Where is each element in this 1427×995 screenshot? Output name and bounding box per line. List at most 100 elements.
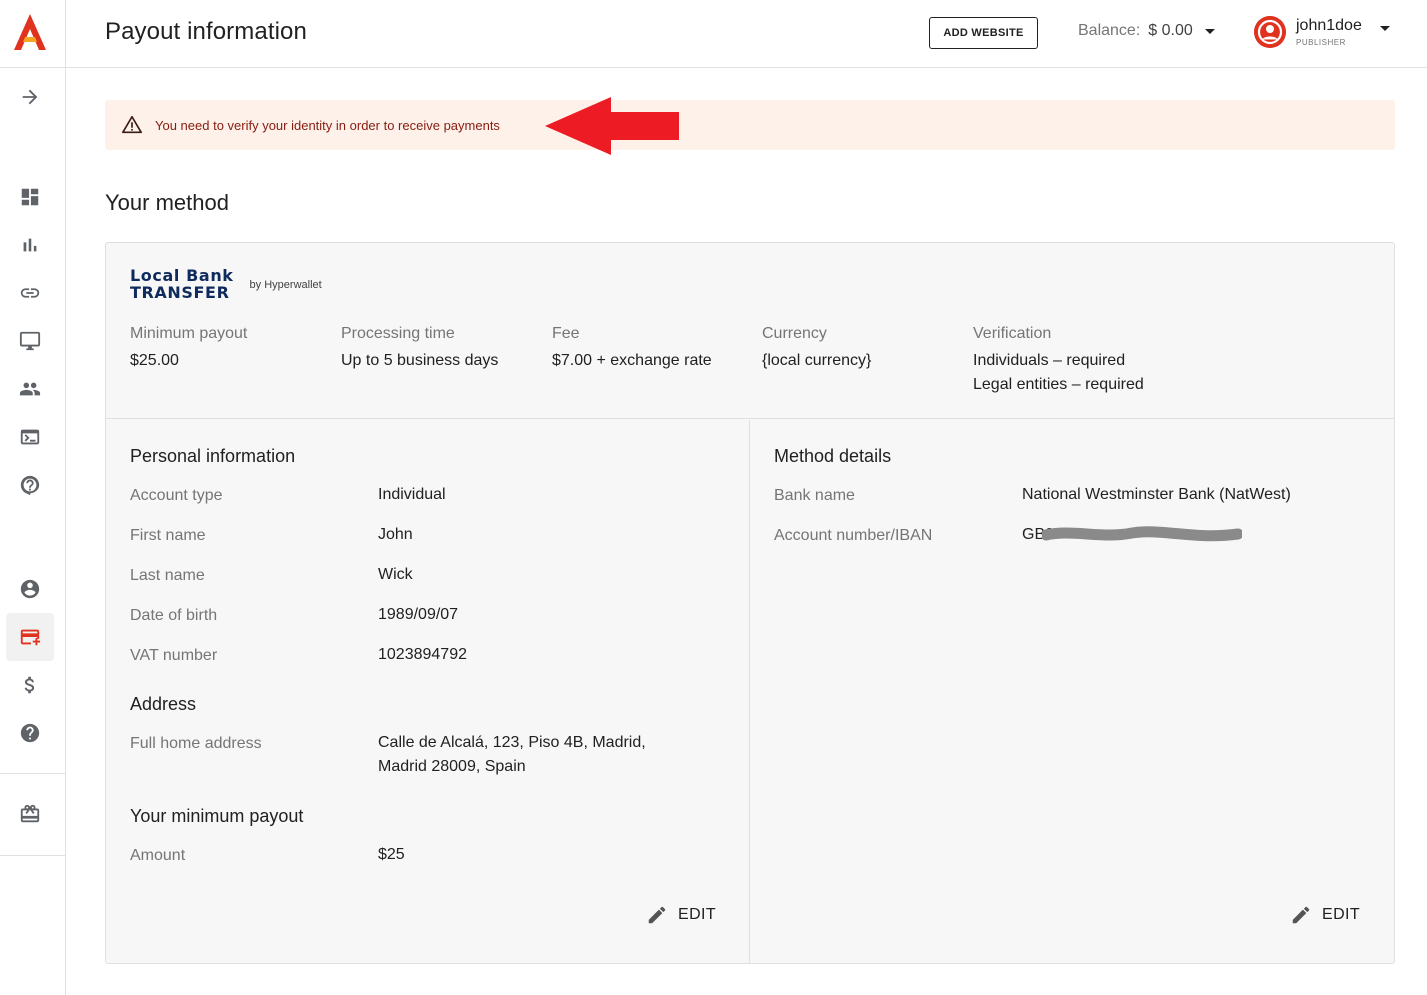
alert-message: You need to verify your identity in orde… [155,117,500,133]
stat-label: Processing time [341,325,455,342]
stat-value: $25.00 [130,352,179,369]
caret-down-icon [1379,25,1390,31]
sidebar-divider [0,855,66,856]
top-header: Payout information ADD WEBSITE Balance: … [66,0,1427,68]
sidebar-item-websites[interactable] [6,317,54,365]
edit-personal-info-button[interactable]: EDIT [646,904,716,926]
brand-logo: Local Bank TRANSFER [130,267,234,301]
amount-label: Amount [130,847,186,864]
personal-information-panel: Personal information Account type Indivi… [106,420,750,963]
brand-by: by Hyperwallet [249,279,322,291]
stat-verification: Verification Individuals – required Lega… [973,325,1144,397]
payment-card-icon [20,629,41,646]
last-name-label: Last name [130,567,205,584]
link-icon [20,288,40,298]
date-of-birth-value: 1989/09/07 [378,606,459,623]
stat-label: Currency [762,325,827,342]
vat-number-label: VAT number [130,647,218,664]
redaction-scribble [1042,526,1242,542]
verification-alert: You need to verify your identity in orde… [105,97,1395,155]
dollar-icon [24,676,35,694]
stat-value: Up to 5 business days [341,352,499,369]
iban-label: Account number/IBAN [774,527,933,544]
help-icon [20,723,40,743]
sidebar-item-reports[interactable] [6,221,54,269]
first-name-label: First name [130,527,206,544]
home-address-label: Full home address [130,735,262,752]
edit-label: EDIT [1322,906,1361,923]
minimum-payout-heading: Your minimum payout [130,806,304,826]
user-role: PUBLISHER [1296,38,1346,47]
add-website-button[interactable]: ADD WEBSITE [929,17,1038,49]
sidebar-item-account[interactable] [6,565,54,613]
sidebar-expand-button[interactable] [6,73,54,121]
stat-value: Individuals – required [973,352,1126,369]
edit-label: EDIT [678,906,717,923]
balance-dropdown[interactable]: Balance: $ 0.00 [1078,22,1215,40]
sidebar-item-help[interactable] [6,709,54,757]
edit-method-details-button[interactable]: EDIT [1290,904,1360,926]
stat-minimum-payout: Minimum payout $25.00 [130,325,247,373]
help-bubble-icon [20,475,40,496]
sidebar [0,0,66,995]
date-of-birth-label: Date of birth [130,607,218,624]
monitor-icon [19,331,41,351]
stat-value: Legal entities – required [973,376,1144,393]
gift-icon [20,804,40,823]
pencil-icon [648,906,666,924]
arrow-right-icon [22,89,38,105]
user-avatar-icon [1254,16,1286,48]
sidebar-item-faq[interactable] [6,461,54,509]
home-address-line-1: Calle de Alcalá, 123, Piso 4B, Madrid, [378,734,646,751]
home-address-line-2: Madrid 28009, Spain [378,758,526,775]
caret-down-icon [1204,28,1215,34]
stat-label: Minimum payout [130,325,248,342]
stat-label: Fee [552,325,580,342]
pencil-icon [1292,906,1310,924]
dashboard-icon [21,188,39,206]
balance-label: Balance: [1078,22,1141,39]
bank-name-label: Bank name [774,487,855,504]
method-details-panel: Method details Bank name National Westmi… [750,420,1394,963]
sidebar-divider [0,67,66,68]
sidebar-item-links[interactable] [6,269,54,317]
last-name-value: Wick [378,566,413,583]
address-heading: Address [130,694,197,714]
user-menu[interactable]: john1doe PUBLISHER [1254,16,1390,48]
stat-currency: Currency {local currency} [762,325,871,373]
account-type-label: Account type [130,487,223,504]
stat-fee: Fee $7.00 + exchange rate [552,325,712,373]
sidebar-item-dashboard[interactable] [6,173,54,221]
avatar [1254,16,1286,48]
method-brand: Local Bank TRANSFER by Hyperwallet [130,267,322,301]
first-name-value: John [378,526,413,543]
your-method-heading: Your method [105,190,229,215]
stat-value: $7.00 + exchange rate [552,352,712,369]
app-logo[interactable] [10,12,50,52]
account-circle-icon [20,579,40,599]
account-type-value: Individual [378,486,446,503]
bar-chart-icon [23,238,37,252]
sidebar-divider [0,773,66,774]
stat-label: Verification [973,325,1052,342]
brand-line-2: TRANSFER [130,283,230,302]
sidebar-item-referrals[interactable] [6,365,54,413]
username: john1doe [1296,17,1362,34]
personal-info-heading: Personal information [130,446,296,466]
red-arrow-annotation-icon [545,97,679,155]
sidebar-item-api[interactable] [6,413,54,461]
sidebar-item-payout[interactable] [6,613,54,661]
sidebar-item-rewards[interactable] [6,790,54,838]
stat-processing-time: Processing time Up to 5 business days [341,325,498,373]
sidebar-item-payments[interactable] [6,661,54,709]
payout-method-card: Local Bank TRANSFER by Hyperwallet Minim… [105,242,1395,964]
method-summary: Local Bank TRANSFER by Hyperwallet Minim… [106,243,1394,419]
bank-name-value: National Westminster Bank (NatWest) [1022,486,1291,503]
amount-value: $25 [378,846,405,863]
brand-line-1: Local Bank [130,266,234,285]
vat-number-value: 1023894792 [378,646,467,663]
people-icon [19,382,41,396]
warning-icon [122,115,142,134]
stat-value: {local currency} [762,352,872,369]
terminal-icon [20,429,40,445]
